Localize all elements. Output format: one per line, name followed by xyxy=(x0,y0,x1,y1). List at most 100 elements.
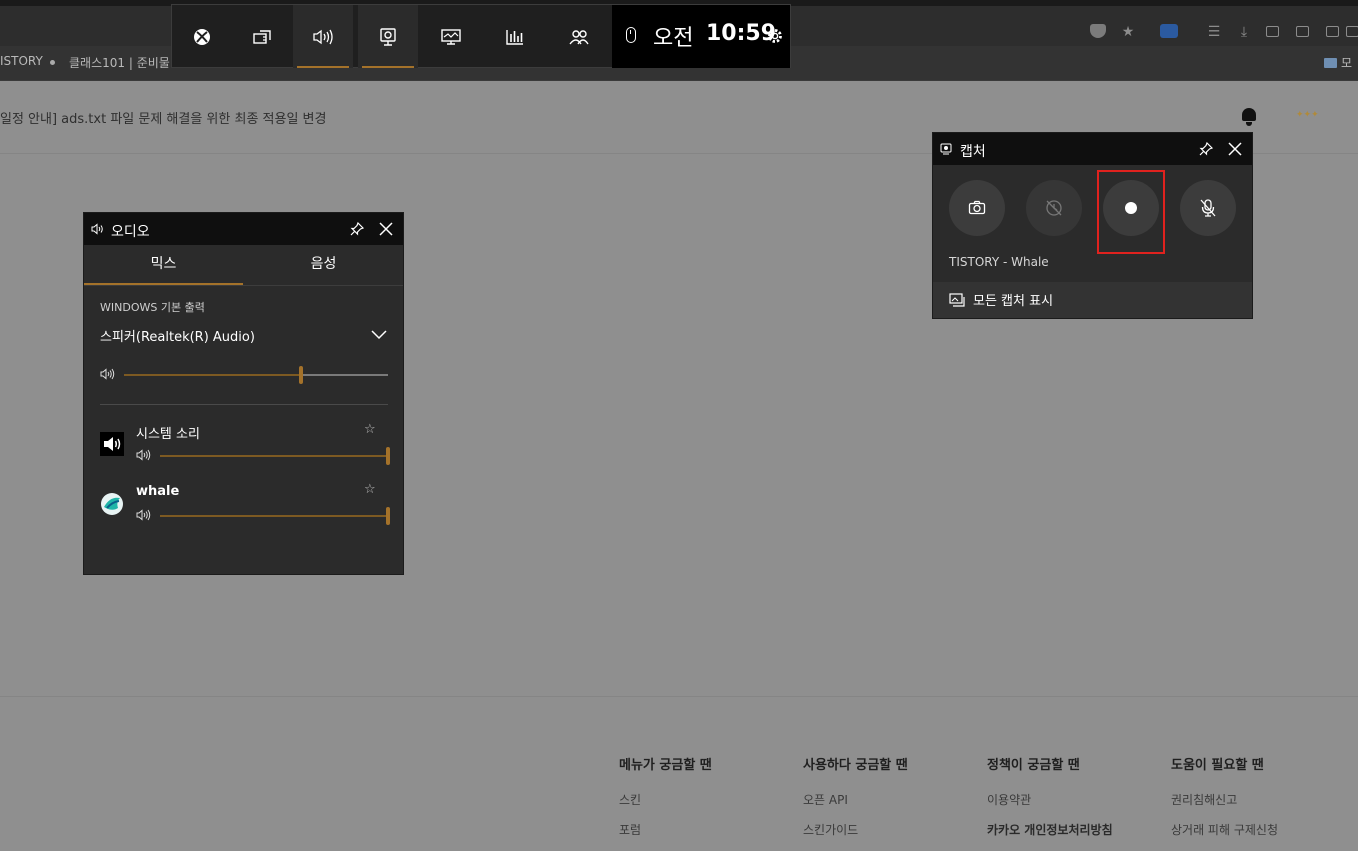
tab-voice[interactable]: 음성 xyxy=(244,245,403,285)
widget-menu-icon xyxy=(253,29,271,44)
capture-source: TISTORY - Whale xyxy=(949,255,1049,269)
whale-wave-icon[interactable] xyxy=(1160,24,1178,40)
bookmark-separator xyxy=(50,60,55,65)
footer-link[interactable]: 상거래 피해 구제신청 xyxy=(1171,821,1341,851)
audio-widget-button[interactable] xyxy=(293,5,353,68)
show-all-captures-label: 모든 캡처 표시 xyxy=(973,294,1054,309)
system-volume-slider[interactable] xyxy=(160,447,390,465)
bell-icon[interactable] xyxy=(1240,106,1258,126)
volume-icon[interactable] xyxy=(100,368,116,380)
default-output-label: WINDOWS 기본 출력 xyxy=(100,301,205,314)
active-underline xyxy=(362,66,414,68)
footer-link[interactable]: 오픈 API xyxy=(803,791,973,821)
camera-icon xyxy=(968,200,986,215)
folder-icon xyxy=(1324,58,1337,68)
master-volume-thumb[interactable] xyxy=(298,366,303,384)
section-divider xyxy=(100,404,388,405)
footer-link[interactable]: 이용약관 xyxy=(987,791,1157,821)
output-device-select[interactable]: 스피커(Realtek(R) Audio) xyxy=(100,326,255,345)
volume-icon[interactable] xyxy=(136,509,152,521)
whale-volume-fill xyxy=(160,515,388,517)
footer-link[interactable]: 스킨 xyxy=(619,791,789,821)
clock-ampm: 오전 xyxy=(653,26,694,51)
star-icon[interactable]: ☆ xyxy=(364,482,376,497)
footer-link[interactable]: 스킨가이드 xyxy=(803,821,973,851)
social-widget-button[interactable] xyxy=(549,5,609,68)
chevron-down-icon[interactable] xyxy=(370,329,388,341)
whale-volume-slider[interactable] xyxy=(160,507,390,525)
footer-divider xyxy=(0,696,1358,697)
capture-widget: 캡처 TISTORY - Whale 모든 캡처 표시 xyxy=(933,133,1252,318)
close-icon[interactable] xyxy=(1226,140,1244,158)
sidebar-icon[interactable] xyxy=(1346,24,1358,40)
pin-icon[interactable] xyxy=(1198,141,1214,157)
history-disabled-icon xyxy=(1046,200,1062,216)
capture-icon xyxy=(940,143,952,155)
clock-area: 오전 10:59 xyxy=(612,5,790,68)
microphone-off-icon xyxy=(1200,199,1216,217)
footer-column-policy: 정책이 궁금할 땐 이용약관 카카오 개인정보처리방침 xyxy=(987,754,1157,851)
capture-widget-button[interactable] xyxy=(358,5,418,68)
resources-icon xyxy=(506,29,523,45)
audio-widget-title: 오디오 xyxy=(111,224,150,240)
bookmark-folder[interactable]: 모 xyxy=(1324,54,1352,71)
whale-volume-thumb[interactable] xyxy=(386,507,390,525)
footer-heading: 메뉴가 궁금할 땐 xyxy=(619,758,712,773)
system-volume-thumb[interactable] xyxy=(386,447,390,465)
star-icon[interactable]: ☆ xyxy=(364,422,376,437)
show-all-captures-button[interactable]: 모든 캡처 표시 xyxy=(933,282,1252,318)
star-icon[interactable]: ★ xyxy=(1120,24,1136,40)
capture-widget-titlebar[interactable]: 캡처 xyxy=(933,133,1252,165)
xbox-icon xyxy=(194,28,210,45)
notice-link[interactable]: 일정 안내] ads.txt 파일 문제 해결을 위한 최종 적용일 변경 xyxy=(0,108,326,127)
system-volume-fill xyxy=(160,455,388,457)
social-icon xyxy=(569,29,589,44)
footer-column-help: 도움이 필요할 땐 권리침해신고 상거래 피해 구제신청 xyxy=(1171,754,1341,851)
widget-menu-button[interactable] xyxy=(232,5,292,68)
capture-widget-title: 캡처 xyxy=(960,144,986,160)
footer-heading: 정책이 궁금할 땐 xyxy=(987,758,1080,773)
tabs-divider xyxy=(84,285,403,286)
footer-link[interactable]: 포럼 xyxy=(619,821,789,851)
footer-link[interactable]: 권리침해신고 xyxy=(1171,791,1341,821)
footer-link[interactable]: 카카오 개인정보처리방침 xyxy=(987,821,1157,851)
info-icon[interactable] xyxy=(1326,24,1342,40)
tab-mix[interactable]: 믹스 xyxy=(84,245,243,285)
microphone-toggle-button[interactable] xyxy=(1180,180,1236,236)
gallery-icon xyxy=(949,293,965,307)
game-bar: 오전 10:59 xyxy=(171,4,791,68)
bookmark-tistory[interactable]: ISTORY xyxy=(0,54,43,68)
footer-heading: 도움이 필요할 땐 xyxy=(1171,758,1264,773)
pin-icon[interactable] xyxy=(349,221,365,237)
playlist-icon[interactable]: ☰ xyxy=(1206,24,1222,40)
resources-widget-button[interactable] xyxy=(485,5,545,68)
performance-widget-button[interactable] xyxy=(421,5,481,68)
volume-icon[interactable] xyxy=(136,449,152,461)
gear-icon[interactable] xyxy=(766,27,784,45)
close-icon[interactable] xyxy=(377,220,395,238)
app-name-whale: whale xyxy=(136,484,180,499)
master-volume-fill xyxy=(124,374,301,376)
bookmark-class101[interactable]: 클래스101 | 준비물 xyxy=(69,54,170,71)
audio-widget-titlebar[interactable]: 오디오 xyxy=(84,213,403,245)
mouse-icon xyxy=(626,27,636,43)
audio-widget: 오디오 믹스 음성 WINDOWS 기본 출력 스피커(Realtek(R) A… xyxy=(84,213,403,574)
camera-icon[interactable] xyxy=(1296,24,1312,40)
profile-logo[interactable]: ✦✦✦ xyxy=(1296,106,1332,124)
footer-column-menu: 메뉴가 궁금할 땐 스킨 포럼 xyxy=(619,754,789,851)
active-underline xyxy=(297,66,349,68)
screenshot-button[interactable] xyxy=(949,180,1005,236)
xbox-button[interactable] xyxy=(172,5,232,68)
video-icon[interactable] xyxy=(1266,24,1282,40)
whale-browser-icon xyxy=(101,493,123,515)
performance-icon xyxy=(441,28,461,45)
audio-icon xyxy=(313,29,333,44)
audio-icon xyxy=(91,223,103,235)
master-volume-slider[interactable] xyxy=(124,366,388,384)
speaker-icon xyxy=(100,432,124,456)
shield-icon[interactable] xyxy=(1090,24,1106,40)
download-icon[interactable]: ⤓ xyxy=(1236,24,1252,40)
record-highlight-box xyxy=(1097,170,1165,254)
record-last-30s-button[interactable] xyxy=(1026,180,1082,236)
capture-icon xyxy=(380,27,396,46)
